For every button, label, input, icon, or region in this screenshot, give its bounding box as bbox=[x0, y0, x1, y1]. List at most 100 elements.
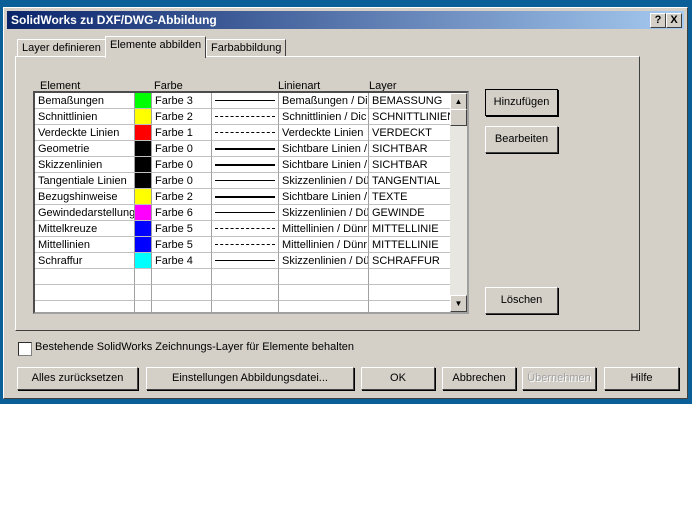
empty-cell bbox=[279, 285, 369, 301]
color-cell: Farbe 2 bbox=[152, 109, 212, 125]
empty-cell bbox=[35, 269, 135, 285]
linetype-cell: Sichtbare Linien / bbox=[279, 157, 369, 173]
line-style-preview bbox=[212, 253, 279, 269]
keep-layers-checkbox[interactable] bbox=[18, 342, 32, 356]
table-row[interactable]: Bemaßungen Farbe 3 Bemaßungen / Di BEMASSUN… bbox=[35, 93, 451, 109]
empty-cell bbox=[152, 269, 212, 285]
linetype-cell: Skizzenlinien / Dü bbox=[279, 253, 369, 269]
line-style-preview bbox=[212, 173, 279, 189]
line-style-preview bbox=[212, 93, 279, 109]
element-cell: Verdeckte Linien bbox=[35, 125, 135, 141]
linetype-cell: Schnittlinien / Dic bbox=[279, 109, 369, 125]
table-row[interactable]: Tangentiale Linien Farbe 0 Skizzenlinien /… bbox=[35, 173, 451, 189]
line-sample bbox=[215, 260, 275, 261]
empty-cell bbox=[35, 285, 135, 301]
cancel-button[interactable]: Abbrechen bbox=[442, 367, 516, 390]
element-cell: Tangentiale Linien bbox=[35, 173, 135, 189]
table-row[interactable]: Schnittlinien Farbe 2 Schnittlinien / Dic S… bbox=[35, 109, 451, 125]
color-swatch bbox=[135, 189, 152, 205]
help-title-button[interactable]: ? bbox=[650, 13, 666, 28]
scroll-up-button[interactable]: ▲ bbox=[450, 93, 467, 110]
reset-all-button[interactable]: Alles zurücksetzen bbox=[17, 367, 138, 390]
linetype-cell: Skizzenlinien / Dü bbox=[279, 205, 369, 221]
linetype-cell: Mittellinien / Dünr bbox=[279, 221, 369, 237]
empty-cell bbox=[152, 301, 212, 312]
close-title-button[interactable]: X bbox=[666, 13, 682, 28]
linetype-cell: Sichtbare Linien / bbox=[279, 189, 369, 205]
empty-cell bbox=[35, 301, 135, 312]
line-style-preview bbox=[212, 141, 279, 157]
line-sample bbox=[215, 132, 275, 133]
element-cell: Mittelkreuze bbox=[35, 221, 135, 237]
layer-cell: GEWINDE bbox=[369, 205, 451, 221]
delete-button[interactable]: Löschen bbox=[485, 287, 558, 314]
line-style-preview bbox=[212, 109, 279, 125]
element-cell: Bezugshinweise bbox=[35, 189, 135, 205]
layer-cell: BEMASSUNG bbox=[369, 93, 451, 109]
scrollbar[interactable]: ▲ ▼ bbox=[450, 93, 467, 312]
table-row[interactable]: Gewindedarstellung Farbe 6 Skizzenlinien /… bbox=[35, 205, 451, 221]
line-sample bbox=[215, 180, 275, 181]
empty-cell bbox=[152, 285, 212, 301]
scroll-thumb[interactable] bbox=[450, 109, 467, 126]
linetype-cell: Bemaßungen / Di bbox=[279, 93, 369, 109]
mapping-file-settings-button[interactable]: Einstellungen Abbildungsdatei... bbox=[146, 367, 354, 390]
line-sample bbox=[215, 196, 275, 198]
color-swatch bbox=[135, 221, 152, 237]
table-row[interactable]: Verdeckte Linien Farbe 1 Verdeckte Linien V… bbox=[35, 125, 451, 141]
layer-cell: SCHNITTLINIEN bbox=[369, 109, 451, 125]
line-sample bbox=[215, 116, 275, 117]
layer-cell: VERDECKT bbox=[369, 125, 451, 141]
tab-farbabbildung[interactable]: Farbabbildung bbox=[206, 39, 287, 57]
linetype-cell: Skizzenlinien / Dü bbox=[279, 173, 369, 189]
edit-button[interactable]: Bearbeiten bbox=[485, 126, 558, 153]
line-sample bbox=[215, 148, 275, 150]
element-cell: Skizzenlinien bbox=[35, 157, 135, 173]
element-cell: Schnittlinien bbox=[35, 109, 135, 125]
table-row[interactable] bbox=[35, 269, 451, 285]
table-row[interactable]: Bezugshinweise Farbe 2 Sichtbare Linien / T… bbox=[35, 189, 451, 205]
element-mapping-list[interactable]: Schraffur Farbe 4 Skizzenlinien / Dü SCHRAF… bbox=[33, 91, 469, 314]
color-cell: Farbe 0 bbox=[152, 141, 212, 157]
table-row[interactable]: Geometrie Farbe 0 Sichtbare Linien / SICHTB… bbox=[35, 141, 451, 157]
color-cell: Farbe 2 bbox=[152, 189, 212, 205]
layer-cell: SICHTBAR bbox=[369, 141, 451, 157]
ok-button[interactable]: OK bbox=[361, 367, 435, 390]
table-row[interactable]: Mittelkreuze Farbe 5 Mittellinien / Dünr MI… bbox=[35, 221, 451, 237]
layer-cell: SICHTBAR bbox=[369, 157, 451, 173]
dialog-title: SolidWorks zu DXF/DWG-Abbildung bbox=[11, 13, 217, 27]
empty-cell bbox=[279, 301, 369, 312]
line-style-preview bbox=[212, 125, 279, 141]
line-style-preview bbox=[212, 205, 279, 221]
color-swatch bbox=[135, 237, 152, 253]
empty-cell bbox=[369, 301, 451, 312]
line-style-preview bbox=[212, 237, 279, 253]
table-row[interactable] bbox=[35, 301, 451, 312]
table-row[interactable]: Skizzenlinien Farbe 0 Sichtbare Linien / SI… bbox=[35, 157, 451, 173]
table-row[interactable]: Schraffur Farbe 4 Skizzenlinien / Dü SCHRAF… bbox=[35, 253, 451, 269]
line-style-preview bbox=[212, 221, 279, 237]
empty-cell bbox=[369, 269, 451, 285]
apply-button[interactable]: Übernehmen bbox=[522, 367, 596, 390]
empty-cell bbox=[135, 285, 152, 301]
line-sample bbox=[215, 100, 275, 101]
layer-cell: SCHRAFFUR bbox=[369, 253, 451, 269]
color-cell: Farbe 5 bbox=[152, 237, 212, 253]
color-cell: Farbe 0 bbox=[152, 173, 212, 189]
empty-cell bbox=[212, 269, 279, 285]
table-row[interactable]: Mittellinien Farbe 5 Mittellinien / Dünr MI… bbox=[35, 237, 451, 253]
element-cell: Schraffur bbox=[35, 253, 135, 269]
color-swatch bbox=[135, 157, 152, 173]
scroll-down-button[interactable]: ▼ bbox=[450, 295, 467, 312]
tab-elemente-abbilden[interactable]: Elemente abbilden bbox=[105, 36, 207, 58]
add-button[interactable]: Hinzufügen bbox=[485, 89, 558, 116]
color-swatch bbox=[135, 253, 152, 269]
empty-cell bbox=[212, 285, 279, 301]
line-style-preview bbox=[212, 189, 279, 205]
help-button[interactable]: Hilfe bbox=[604, 367, 679, 390]
layer-cell: MITTELLINIE bbox=[369, 221, 451, 237]
table-row[interactable] bbox=[35, 285, 451, 301]
empty-cell bbox=[135, 269, 152, 285]
linetype-cell: Sichtbare Linien / bbox=[279, 141, 369, 157]
tab-layer-definieren[interactable]: Layer definieren bbox=[17, 39, 106, 57]
